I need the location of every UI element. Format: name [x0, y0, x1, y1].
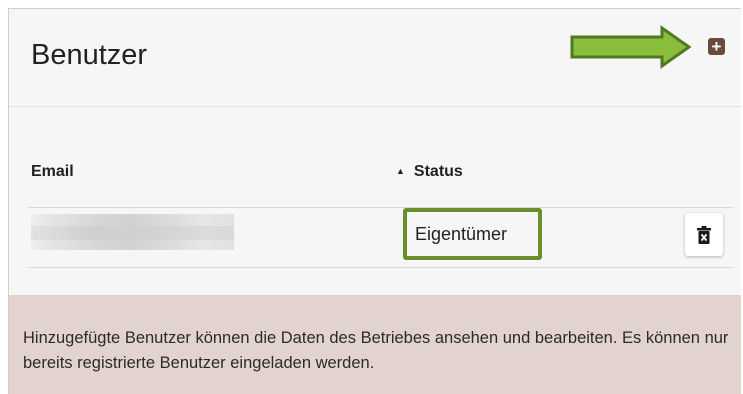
info-text: Hinzugefügte Benutzer können die Daten d… [23, 329, 729, 372]
divider [28, 267, 733, 268]
email-cell-redacted [31, 214, 234, 250]
card-header: Benutzer + [9, 9, 741, 107]
column-header-email: Email [31, 163, 74, 180]
users-card: Benutzer + Email ▲ Status Eigentümer Hinz… [8, 8, 741, 394]
delete-user-button[interactable] [685, 213, 723, 256]
divider [28, 207, 733, 208]
page-title: Benutzer [31, 39, 148, 71]
column-header-status[interactable]: ▲ Status [396, 163, 463, 181]
info-panel: Hinzugefügte Benutzer können die Daten d… [9, 295, 741, 394]
status-cell: Eigentümer [415, 224, 508, 244]
column-header-status-label: Status [413, 163, 463, 180]
sort-up-icon: ▲ [396, 166, 405, 176]
annotation-arrow-icon [570, 25, 692, 69]
add-user-button[interactable]: + [708, 38, 725, 55]
trash-icon [697, 226, 711, 244]
